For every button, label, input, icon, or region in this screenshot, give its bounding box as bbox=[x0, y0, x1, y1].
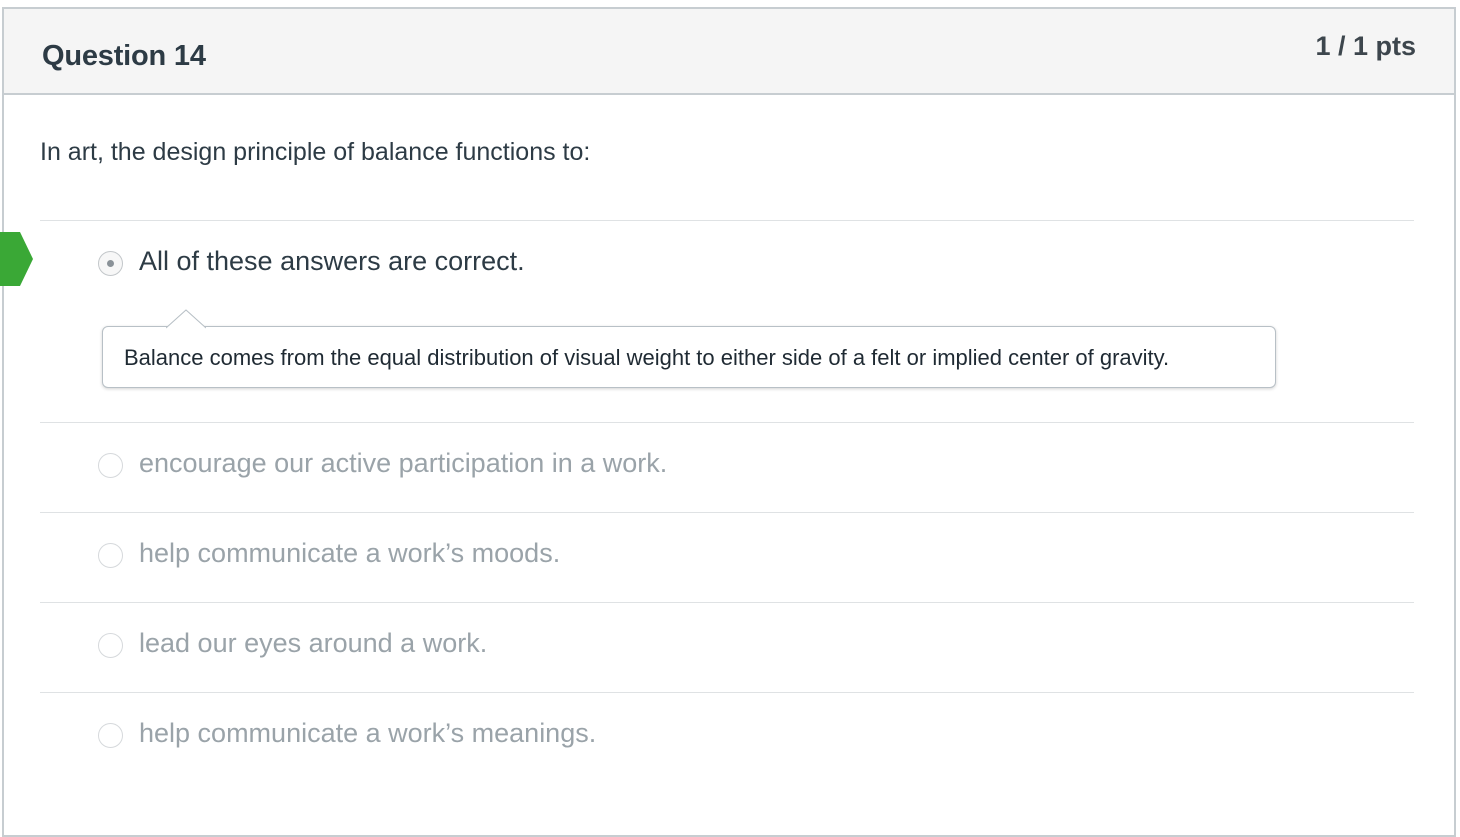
answer-label: lead our eyes around a work. bbox=[139, 628, 488, 658]
question-header: Question 14 1 / 1 pts bbox=[4, 9, 1454, 95]
answer-option-2[interactable]: encourage our active participation in a … bbox=[98, 447, 1298, 487]
answer-label: encourage our active participation in a … bbox=[139, 448, 668, 478]
answer-divider bbox=[40, 422, 1414, 423]
answer-comment: Balance comes from the equal distributio… bbox=[102, 326, 1276, 388]
answer-option-1[interactable]: All of these answers are correct. bbox=[98, 245, 1298, 285]
question-text: In art, the design principle of balance … bbox=[40, 138, 591, 166]
radio-unselected-icon[interactable] bbox=[98, 723, 123, 748]
radio-selected-icon[interactable] bbox=[98, 251, 123, 276]
answer-label: help communicate a work’s meanings. bbox=[139, 718, 597, 748]
answer-option-5[interactable]: help communicate a work’s meanings. bbox=[98, 717, 1298, 757]
answer-divider bbox=[40, 692, 1414, 693]
answer-option-4[interactable]: lead our eyes around a work. bbox=[98, 627, 1298, 667]
radio-unselected-icon[interactable] bbox=[98, 543, 123, 568]
answer-divider bbox=[40, 512, 1414, 513]
question-title: Question 14 bbox=[42, 40, 206, 72]
answer-label: All of these answers are correct. bbox=[139, 246, 525, 276]
answer-label: help communicate a work’s moods. bbox=[139, 538, 561, 568]
question-points: 1 / 1 pts bbox=[1315, 31, 1416, 61]
comment-pointer-overlay bbox=[166, 309, 206, 329]
radio-unselected-icon[interactable] bbox=[98, 453, 123, 478]
radio-unselected-icon[interactable] bbox=[98, 633, 123, 658]
answer-divider bbox=[40, 602, 1414, 603]
answer-comment-text: Balance comes from the equal distributio… bbox=[124, 345, 1170, 370]
correct-answer-flag-icon bbox=[0, 232, 33, 286]
answer-divider bbox=[40, 220, 1414, 221]
answer-option-3[interactable]: help communicate a work’s moods. bbox=[98, 537, 1298, 577]
